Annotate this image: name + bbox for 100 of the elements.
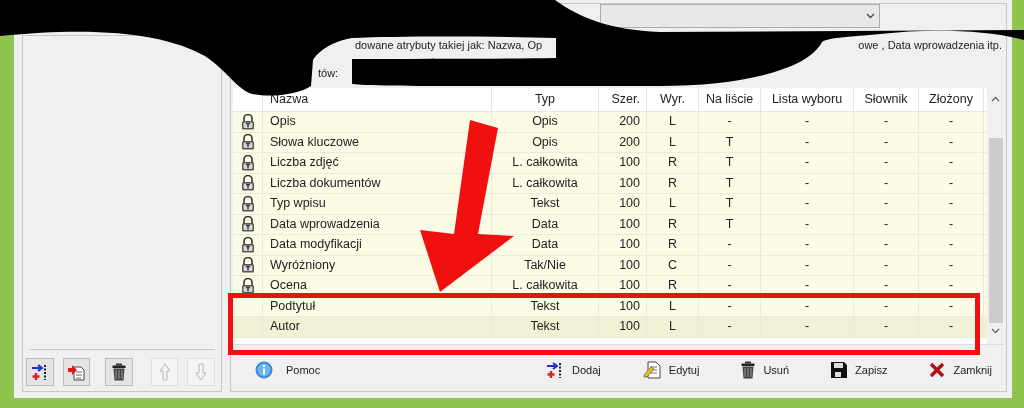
table-cell-text: C (668, 256, 677, 274)
table-cell-text: 100 (619, 318, 640, 336)
table-cell-text: - (883, 297, 889, 315)
table-cell-text: - (804, 215, 810, 233)
action-button[interactable]: Pomoc (255, 361, 321, 379)
column-header[interactable]: Szer. (599, 88, 647, 111)
table-cell-text: - (727, 113, 732, 131)
info-icon (255, 361, 273, 379)
dropdown[interactable] (600, 4, 880, 28)
save-icon (831, 362, 848, 378)
description-text: dowane atrybuty takiej jak: Nazwa, Op (355, 37, 543, 53)
column-header[interactable]: Słownik (854, 88, 919, 111)
table-cell-text: R (668, 174, 677, 192)
table-cell-text: Ocena (270, 277, 307, 295)
table-cell-text: Tekst (530, 297, 560, 315)
table-cell-text: 100 (619, 277, 640, 295)
table-cell-text: L (669, 195, 676, 213)
action-button[interactable]: Usuń (741, 361, 790, 379)
table-cell-text: - (883, 256, 889, 274)
add-field-icon (30, 363, 49, 381)
table-cell-text: R (668, 215, 677, 233)
padlock-icon (240, 216, 255, 233)
table-cell-text: - (948, 174, 954, 192)
table-cell-text: Typ wpisu (270, 195, 326, 213)
table-cell-text: Data wprowadzenia (270, 215, 380, 233)
table-row[interactable]: Opis Opis 200 L - - - - (233, 112, 987, 133)
list-label: tów: (318, 66, 339, 81)
column-header[interactable]: Wyr. (647, 88, 699, 111)
table-cell-text: 100 (619, 297, 640, 315)
column-header[interactable]: Typ (492, 88, 599, 111)
table-cell-text: L. całkowita (512, 277, 578, 295)
table-cell-text: - (948, 297, 954, 315)
table-cell-text: T (725, 154, 734, 172)
table-cell-text: L (669, 297, 676, 315)
table-cell-text: - (727, 297, 732, 315)
table-cell-text: - (948, 277, 954, 295)
table-cell-text: - (883, 236, 889, 254)
table-cell-text: L (669, 133, 676, 151)
close-icon (929, 362, 946, 378)
column-header[interactable]: Złożony (919, 88, 984, 111)
table-cell-text: - (727, 256, 732, 274)
table-cell-text: Opis (532, 113, 558, 131)
table-cell-text: - (804, 195, 810, 213)
table-cell-text: Wyróżniony (270, 256, 336, 274)
table-cell-text: - (727, 277, 732, 295)
column-header[interactable]: Lista wyboru (761, 88, 854, 111)
action-button[interactable]: Edytuj (642, 361, 700, 379)
table-cell-text: - (804, 174, 810, 192)
table-cell-text: Opis (270, 113, 296, 131)
padlock-icon (240, 134, 255, 151)
column-header[interactable]: Na liście (699, 88, 761, 111)
table-cell-text: L (669, 318, 676, 336)
table-cell-text: - (948, 195, 954, 213)
edit-document-icon (642, 361, 661, 379)
table-cell-text: R (668, 236, 677, 254)
table-cell-text: Liczba dokumentów (270, 174, 381, 192)
table-cell-text: T (725, 195, 734, 213)
action-button[interactable]: Dodaj (546, 361, 601, 379)
action-button[interactable]: Zamknij (929, 361, 992, 379)
table-cell-text: Tekst (530, 195, 560, 213)
table-cell-text: 200 (619, 133, 640, 151)
table-cell-text: - (804, 256, 810, 274)
table-cell-text: Data modyfikacji (270, 236, 362, 254)
table-row[interactable]: Data modyfikacji Data 100 R - - - - (233, 235, 987, 256)
table-cell-text: 100 (619, 174, 640, 192)
padlock-icon (240, 175, 255, 192)
table-cell-text: - (804, 236, 810, 254)
table-cell-text: Data (531, 236, 559, 254)
table-cell-text: Liczba zdjęć (270, 154, 339, 172)
padlock-icon (240, 113, 255, 130)
description-text: owe , Data wprowadzenia itp. (858, 37, 1002, 53)
table-cell-text: - (727, 318, 732, 336)
table-cell-text: - (883, 195, 889, 213)
table-cell-text: 100 (619, 215, 640, 233)
table-row[interactable]: Autor Tekst 100 L - - - - (233, 317, 987, 338)
table-cell-text: - (948, 215, 954, 233)
table-cell-text: R (668, 154, 677, 172)
up-arrow-icon (158, 363, 171, 381)
table-cell-text: 100 (619, 154, 640, 172)
table-cell-text: 100 (619, 256, 640, 274)
table-cell-text: - (804, 297, 810, 315)
table-cell-text: 200 (619, 113, 640, 131)
table-row[interactable]: Liczba zdjęć L. całkowita 100 R T - - - (233, 153, 987, 174)
trash-icon (112, 363, 126, 381)
scrollbar-thumb[interactable] (988, 138, 1003, 323)
table-cell-text: - (948, 113, 954, 131)
table-cell-text: - (804, 277, 810, 295)
table-cell-text: - (883, 174, 889, 192)
toolbar-button[interactable] (105, 358, 133, 386)
scrollbar[interactable] (987, 88, 1004, 344)
action-button[interactable]: Zapisz (831, 361, 888, 379)
table-row[interactable]: Typ wpisu Tekst 100 L T - - - (233, 194, 987, 215)
chevron-down-icon (991, 328, 1000, 334)
padlock-icon (240, 154, 255, 171)
table-cell-text: L. całkowita (512, 174, 578, 192)
trash-icon (741, 361, 756, 379)
import-document-icon (67, 363, 86, 381)
toolbar-button[interactable] (26, 358, 54, 386)
table-cell-text: - (804, 133, 810, 151)
table-cell-text: L (669, 113, 676, 131)
